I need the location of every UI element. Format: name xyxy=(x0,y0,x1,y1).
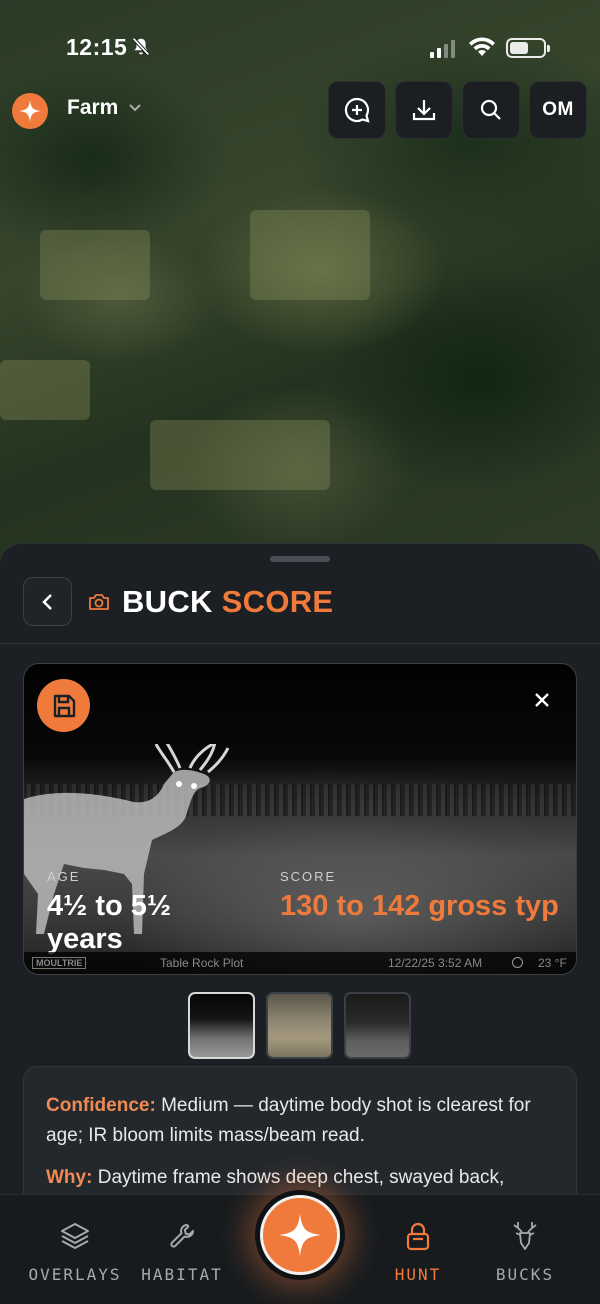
status-bar: 12:15 xyxy=(0,0,600,90)
search-icon xyxy=(480,99,501,120)
why-paragraph: Why: Daytime frame shows deep chest, swa… xyxy=(46,1163,554,1193)
download-icon xyxy=(412,100,436,121)
nav-label-overlays: OVERLAYS xyxy=(28,1265,122,1284)
confidence-label: Confidence: xyxy=(46,1095,156,1116)
nav-habitat[interactable]: HABITAT xyxy=(122,1195,242,1304)
avatar-initials: OM xyxy=(542,99,574,120)
sheet-header: BUCK SCORE xyxy=(0,574,600,644)
moon-phase-icon xyxy=(512,957,523,968)
photo-thumbnail-3[interactable] xyxy=(344,992,411,1059)
download-button[interactable] xyxy=(395,81,453,139)
score-value: 130 to 142 gross typ xyxy=(280,890,559,922)
profile-avatar-button[interactable]: OM xyxy=(529,81,587,139)
nav-label-habitat: HABITAT xyxy=(141,1265,223,1284)
nav-label-bucks: BUCKS xyxy=(495,1265,555,1284)
title-word-buck: BUCK xyxy=(122,584,213,619)
photo-thumbnail-2[interactable] xyxy=(266,992,333,1059)
deer-head-icon xyxy=(513,1222,537,1250)
chat-plus-icon xyxy=(344,97,370,123)
why-text: Daytime frame shows deep chest, swayed b… xyxy=(97,1167,505,1188)
lock-icon xyxy=(406,1222,430,1251)
sparkle-icon xyxy=(278,1213,322,1257)
search-button[interactable] xyxy=(462,81,520,139)
age-value: 4½ to 5½ years xyxy=(47,890,172,955)
why-label: Why: xyxy=(46,1167,93,1188)
wrench-icon xyxy=(170,1224,194,1248)
battery-icon xyxy=(506,38,550,58)
battery-level xyxy=(510,42,528,54)
save-button[interactable] xyxy=(37,679,90,732)
nav-bucks[interactable]: BUCKS xyxy=(465,1195,585,1304)
status-time: 12:15 xyxy=(66,34,128,60)
sheet-title: BUCK SCORE xyxy=(122,584,333,620)
trail-cam-photo[interactable]: AGE 4½ to 5½ years SCORE 130 to 142 gros… xyxy=(23,663,577,975)
age-label: AGE xyxy=(47,869,81,884)
close-icon[interactable] xyxy=(532,690,552,710)
back-button[interactable] xyxy=(23,577,72,626)
layers-icon xyxy=(61,1223,89,1249)
cellular-signal-icon xyxy=(430,40,455,58)
sheet-grabber[interactable] xyxy=(270,556,330,562)
photo-thumbnail-1[interactable] xyxy=(188,992,255,1059)
save-icon xyxy=(53,694,75,717)
chevron-left-icon xyxy=(41,593,52,610)
camera-brand: MOULTRIE xyxy=(32,957,87,969)
score-label: SCORE xyxy=(280,869,337,884)
confidence-paragraph: Confidence: Medium — daytime body shot i… xyxy=(46,1091,554,1151)
wifi-icon xyxy=(469,37,495,56)
title-word-score: SCORE xyxy=(221,584,334,619)
center-action-button[interactable] xyxy=(255,1190,345,1280)
nav-hunt[interactable]: HUNT xyxy=(358,1195,478,1304)
property-selector[interactable]: Farm xyxy=(67,96,142,120)
bell-muted-icon xyxy=(132,37,150,56)
nav-label-hunt: HUNT xyxy=(394,1265,442,1284)
camera-location: Table Rock Plot xyxy=(160,956,244,970)
add-note-button[interactable] xyxy=(328,81,386,139)
sparkle-logo-icon xyxy=(19,100,41,122)
nav-overlays[interactable]: OVERLAYS xyxy=(15,1195,135,1304)
app-logo[interactable] xyxy=(12,93,48,129)
property-name: Farm xyxy=(67,96,119,119)
camera-temp: 23 °F xyxy=(538,956,567,970)
chevron-down-icon xyxy=(129,104,142,112)
camera-timestamp: 12/22/25 3:52 AM xyxy=(388,956,483,970)
camera-icon xyxy=(89,594,109,610)
camera-info-strip: MOULTRIE Table Rock Plot 12/22/25 3:52 A… xyxy=(24,952,576,974)
